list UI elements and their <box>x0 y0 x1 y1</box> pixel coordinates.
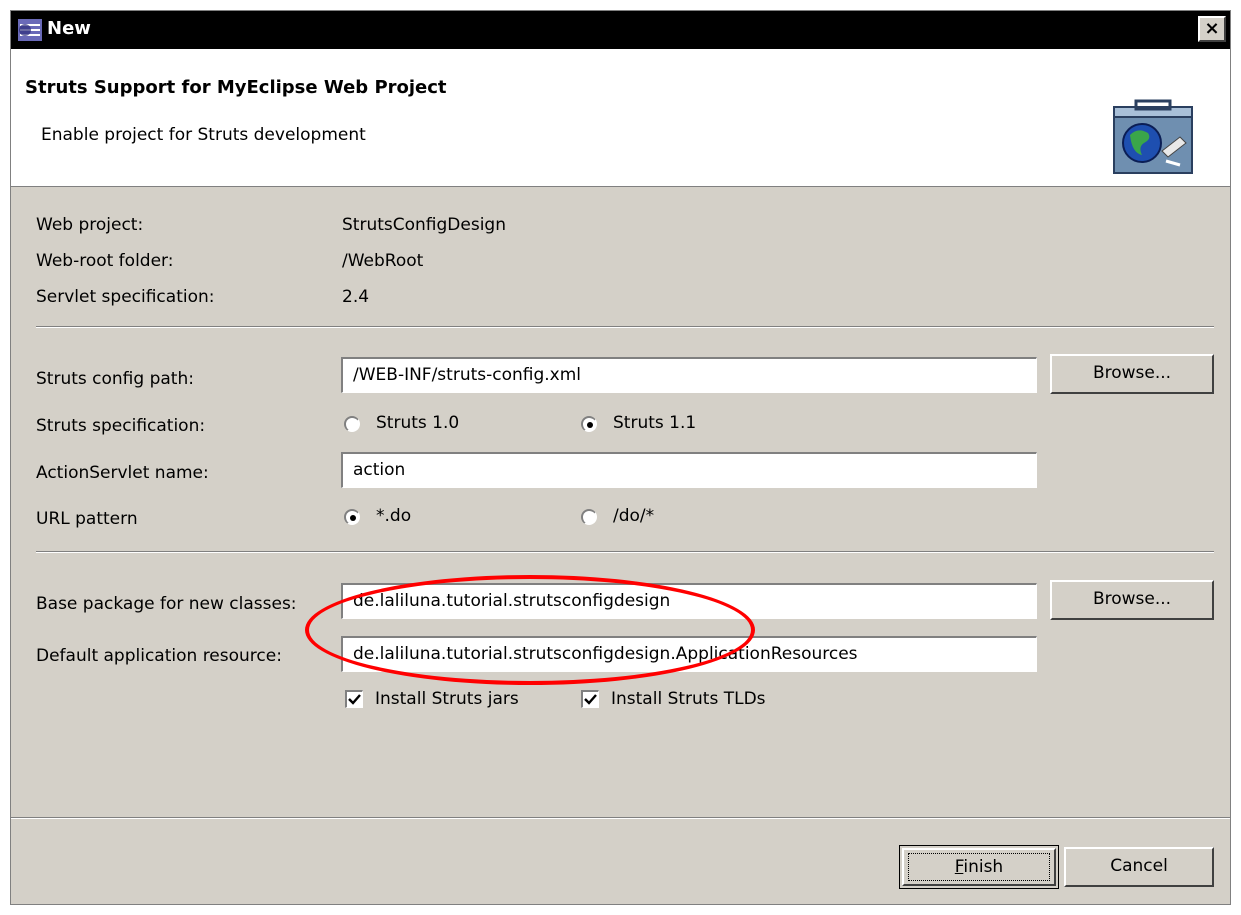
radio-button[interactable] <box>344 509 360 525</box>
close-icon: × <box>1204 18 1220 39</box>
radio-struts-1-1[interactable]: Struts 1.1 <box>581 413 741 437</box>
separator <box>36 326 1214 328</box>
radio-button[interactable] <box>581 509 597 525</box>
web-project-label: Web project: <box>36 215 144 235</box>
radio-label: /do/* <box>613 506 655 526</box>
servlet-spec-label: Servlet specification: <box>36 287 215 307</box>
radio-url-slash-do[interactable]: /do/* <box>581 506 701 530</box>
config-browse-button[interactable]: Browse... <box>1050 354 1214 394</box>
install-tlds-checkbox[interactable] <box>581 690 599 708</box>
web-root-label: Web-root folder: <box>36 251 174 271</box>
wizard-banner: Struts Support for MyEclipse Web Project… <box>11 49 1230 187</box>
servlet-spec-value: 2.4 <box>342 287 370 307</box>
finish-label: inish <box>963 857 1004 877</box>
radio-button[interactable] <box>581 416 597 432</box>
checkmark-icon <box>348 694 361 705</box>
default-resource-field[interactable]: de.laliluna.tutorial.strutsconfigdesign.… <box>341 636 1037 672</box>
config-path-field[interactable]: /WEB-INF/struts-config.xml <box>341 357 1037 393</box>
web-project-value: StrutsConfigDesign <box>342 215 506 235</box>
radio-struts-1-0[interactable]: Struts 1.0 <box>344 413 504 437</box>
install-jars-label[interactable]: Install Struts jars <box>375 689 519 709</box>
base-package-label: Base package for new classes: <box>36 594 297 614</box>
cancel-button[interactable]: Cancel <box>1064 847 1214 887</box>
page-description: Enable project for Struts development <box>41 125 366 145</box>
servlet-name-field[interactable]: action <box>341 452 1037 488</box>
package-browse-button[interactable]: Browse... <box>1050 580 1214 620</box>
radio-url-do[interactable]: *.do <box>344 506 464 530</box>
spec-label: Struts specification: <box>36 416 206 436</box>
install-tlds-label[interactable]: Install Struts TLDs <box>611 689 766 709</box>
web-root-value: /WebRoot <box>342 251 424 271</box>
base-package-field[interactable]: de.laliluna.tutorial.strutsconfigdesign <box>341 583 1037 619</box>
servlet-name-label: ActionServlet name: <box>36 463 209 483</box>
checkmark-icon <box>584 694 597 705</box>
separator <box>36 551 1214 553</box>
new-wizard-dialog: New × Struts Support for MyEclipse Web P… <box>10 10 1231 905</box>
radio-label: Struts 1.0 <box>376 413 460 433</box>
radio-button[interactable] <box>344 416 360 432</box>
radio-selected-dot <box>587 422 593 428</box>
url-pattern-label: URL pattern <box>36 509 138 529</box>
radio-selected-dot <box>350 515 356 521</box>
radio-label: Struts 1.1 <box>613 413 697 433</box>
eclipse-icon <box>18 19 42 41</box>
default-resource-label: Default application resource: <box>36 646 282 666</box>
radio-label: *.do <box>376 506 412 526</box>
page-title: Struts Support for MyEclipse Web Project <box>25 77 447 98</box>
config-path-label: Struts config path: <box>36 369 194 389</box>
finish-button[interactable]: Finish <box>899 845 1059 889</box>
title-bar: New × <box>11 11 1230 49</box>
globe-wizard-icon <box>1113 99 1193 174</box>
footer-separator <box>11 817 1230 819</box>
window-title: New <box>47 18 91 39</box>
install-jars-checkbox[interactable] <box>345 690 363 708</box>
close-button[interactable]: × <box>1198 16 1226 42</box>
